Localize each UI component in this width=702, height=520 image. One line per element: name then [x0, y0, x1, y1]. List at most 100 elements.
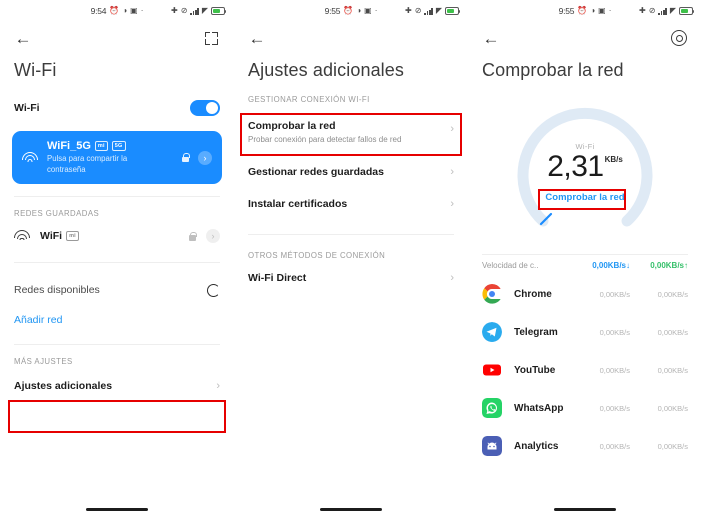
dot-icon: ·: [374, 6, 378, 15]
wifi-toggle-row[interactable]: Wi-Fi: [0, 93, 234, 123]
connected-subtitle: Pulsa para compartir la contraseña: [47, 154, 128, 174]
list-item-manage-saved-networks[interactable]: Gestionar redes guardadas ›: [234, 156, 468, 188]
list-item[interactable]: Chrome 0,00KB/s 0,00KB/s: [468, 275, 702, 313]
list-item[interactable]: Analytics 0,00KB/s 0,00KB/s: [468, 427, 702, 465]
list-item[interactable]: Telegram 0,00KB/s 0,00KB/s: [468, 313, 702, 351]
app-name: Chrome: [514, 288, 552, 300]
speed-header-upload: 0,00KB/s↑: [650, 260, 688, 270]
additional-settings-row[interactable]: Ajustes adicionales ›: [0, 370, 234, 402]
add-network-link[interactable]: Añadir red: [0, 314, 234, 326]
list-item[interactable]: YouTube 0,00KB/s 0,00KB/s: [468, 351, 702, 389]
connected-network-card[interactable]: WiFi_5G mi 5G Pulsa para compartir la co…: [12, 131, 222, 185]
chrome-icon: [482, 284, 502, 304]
gauge-value: 2,31: [547, 150, 604, 183]
app-name: YouTube: [514, 364, 556, 376]
chevron-right-icon: ›: [450, 271, 454, 284]
signal-icon: [424, 7, 433, 15]
available-networks-label: Redes disponibles: [14, 284, 100, 297]
app-bar: ←: [468, 22, 702, 54]
home-indicator: [554, 508, 616, 511]
highlight-box-additional-settings: [8, 400, 226, 433]
connected-ssid: WiFi_5G: [47, 140, 91, 152]
page-title: Comprobar la red: [482, 60, 624, 80]
wifi-toggle-switch[interactable]: [190, 100, 220, 116]
page-title: Wi-Fi: [14, 60, 57, 80]
battery-icon: [445, 7, 461, 15]
gear-icon[interactable]: [668, 27, 690, 49]
analytics-icon: [482, 436, 502, 456]
signal-icon: [190, 7, 199, 15]
app-upload-speed: 0,00KB/s: [657, 289, 688, 299]
connected-details-chevron-icon[interactable]: ›: [198, 150, 212, 165]
vibrate-icon: ▣: [598, 6, 606, 15]
wifi-signal-icon: [14, 230, 30, 242]
app-download-speed: 0,00KB/s: [599, 441, 630, 451]
whatsapp-icon: [482, 398, 502, 418]
alarm-icon: ⏰: [577, 6, 588, 15]
saved-network-row[interactable]: WiFi mi ›: [0, 222, 234, 250]
headset-icon: ◑: [122, 6, 128, 15]
lock-icon: [182, 153, 190, 163]
wifi-icon: ◤: [435, 6, 442, 15]
wifi-toggle-label: Wi-Fi: [14, 102, 40, 114]
status-time: 9:55: [324, 6, 341, 16]
scan-icon[interactable]: [200, 27, 222, 49]
home-indicator: [86, 508, 148, 511]
list-item[interactable]: WhatsApp 0,00KB/s 0,00KB/s: [468, 389, 702, 427]
back-arrow-icon[interactable]: ←: [12, 27, 34, 49]
saved-details-chevron-icon[interactable]: ›: [206, 229, 220, 244]
status-bar-right: ✚ ⊘ ◤: [639, 0, 695, 22]
status-bar: 9:54 ⏰ ◑ ▣ · ✚ ⊘ ◤: [0, 0, 234, 22]
app-download-speed: 0,00KB/s: [599, 327, 630, 337]
vibrate-icon: ▣: [364, 6, 372, 15]
wifi-icon: ◤: [669, 6, 676, 15]
speed-header-row: Velocidad de c.. 0,00KB/s↓ 0,00KB/s↑: [468, 255, 702, 275]
status-bar: 9:55 ⏰ ◑ ▣ · ✚ ⊘ ◤: [468, 0, 702, 22]
back-arrow-icon[interactable]: ←: [480, 27, 502, 49]
status-bar-left: 9:55 ⏰ ◑ ▣ ·: [559, 6, 612, 16]
screenshot-root: 9:54 ⏰ ◑ ▣ · ✚ ⊘ ◤ ← Wi-Fi Wi-Fi WiFi_5G…: [0, 0, 702, 520]
home-indicator: [320, 508, 382, 511]
speed-header-label: Velocidad de c..: [482, 260, 539, 270]
app-download-speed: 0,00KB/s: [599, 365, 630, 375]
headset-icon: ◑: [356, 6, 362, 15]
divider: [248, 233, 454, 235]
connected-network-text: WiFi_5G mi 5G Pulsa para compartir la co…: [47, 140, 173, 175]
saved-ssid: WiFi: [40, 230, 63, 243]
headset-icon: ◑: [590, 6, 596, 15]
telegram-icon: [482, 322, 502, 342]
page-title: Ajustes adicionales: [248, 60, 404, 80]
wifi-signal-icon: [22, 151, 38, 164]
upload-arrow-icon: ↑: [684, 260, 688, 270]
chevron-right-icon: ›: [450, 197, 454, 210]
status-bar-left: 9:54 ⏰ ◑ ▣ ·: [91, 6, 144, 16]
section-header-manage-wifi: GESTIONAR CONEXIÓN WI-FI: [248, 95, 370, 104]
app-bar: ←: [234, 22, 468, 54]
status-bar-right: ✚ ⊘ ◤: [405, 0, 461, 22]
back-arrow-icon[interactable]: ←: [246, 27, 268, 49]
app-name: Telegram: [514, 326, 558, 338]
wifi-icon: ◤: [201, 6, 208, 15]
chevron-right-icon: ›: [216, 380, 220, 393]
dot-icon: ·: [140, 6, 144, 15]
chevron-right-icon: ›: [450, 165, 454, 178]
available-networks-row: Redes disponibles: [0, 275, 234, 305]
gauge-value-row: 2,31 KB/s: [547, 152, 623, 182]
speed-gauge: Wi-Fi 2,31 KB/s Comprobar la red: [468, 95, 702, 250]
list-item-install-certificates[interactable]: Instalar certificados ›: [234, 188, 468, 220]
mi-badge: mi: [66, 231, 79, 241]
app-upload-speed: 0,00KB/s: [657, 327, 688, 337]
bluetooth-icon: ✚: [639, 6, 646, 15]
app-bar: ←: [0, 22, 234, 54]
status-time: 9:55: [558, 6, 575, 16]
app-download-speed: 0,00KB/s: [599, 289, 630, 299]
status-bar-left: 9:55 ⏰ ◑ ▣ ·: [325, 6, 378, 16]
lock-icon: [189, 231, 197, 241]
list-item-wifi-direct[interactable]: Wi-Fi Direct ›: [234, 264, 468, 292]
highlight-box-check-network-button: [538, 189, 626, 210]
vibrate-icon: ▣: [130, 6, 138, 15]
signal-icon: [658, 7, 667, 15]
gauge-graphic: Wi-Fi 2,31 KB/s Comprobar la red: [515, 103, 655, 243]
band-badge: 5G: [111, 141, 126, 151]
app-download-speed: 0,00KB/s: [599, 403, 630, 413]
